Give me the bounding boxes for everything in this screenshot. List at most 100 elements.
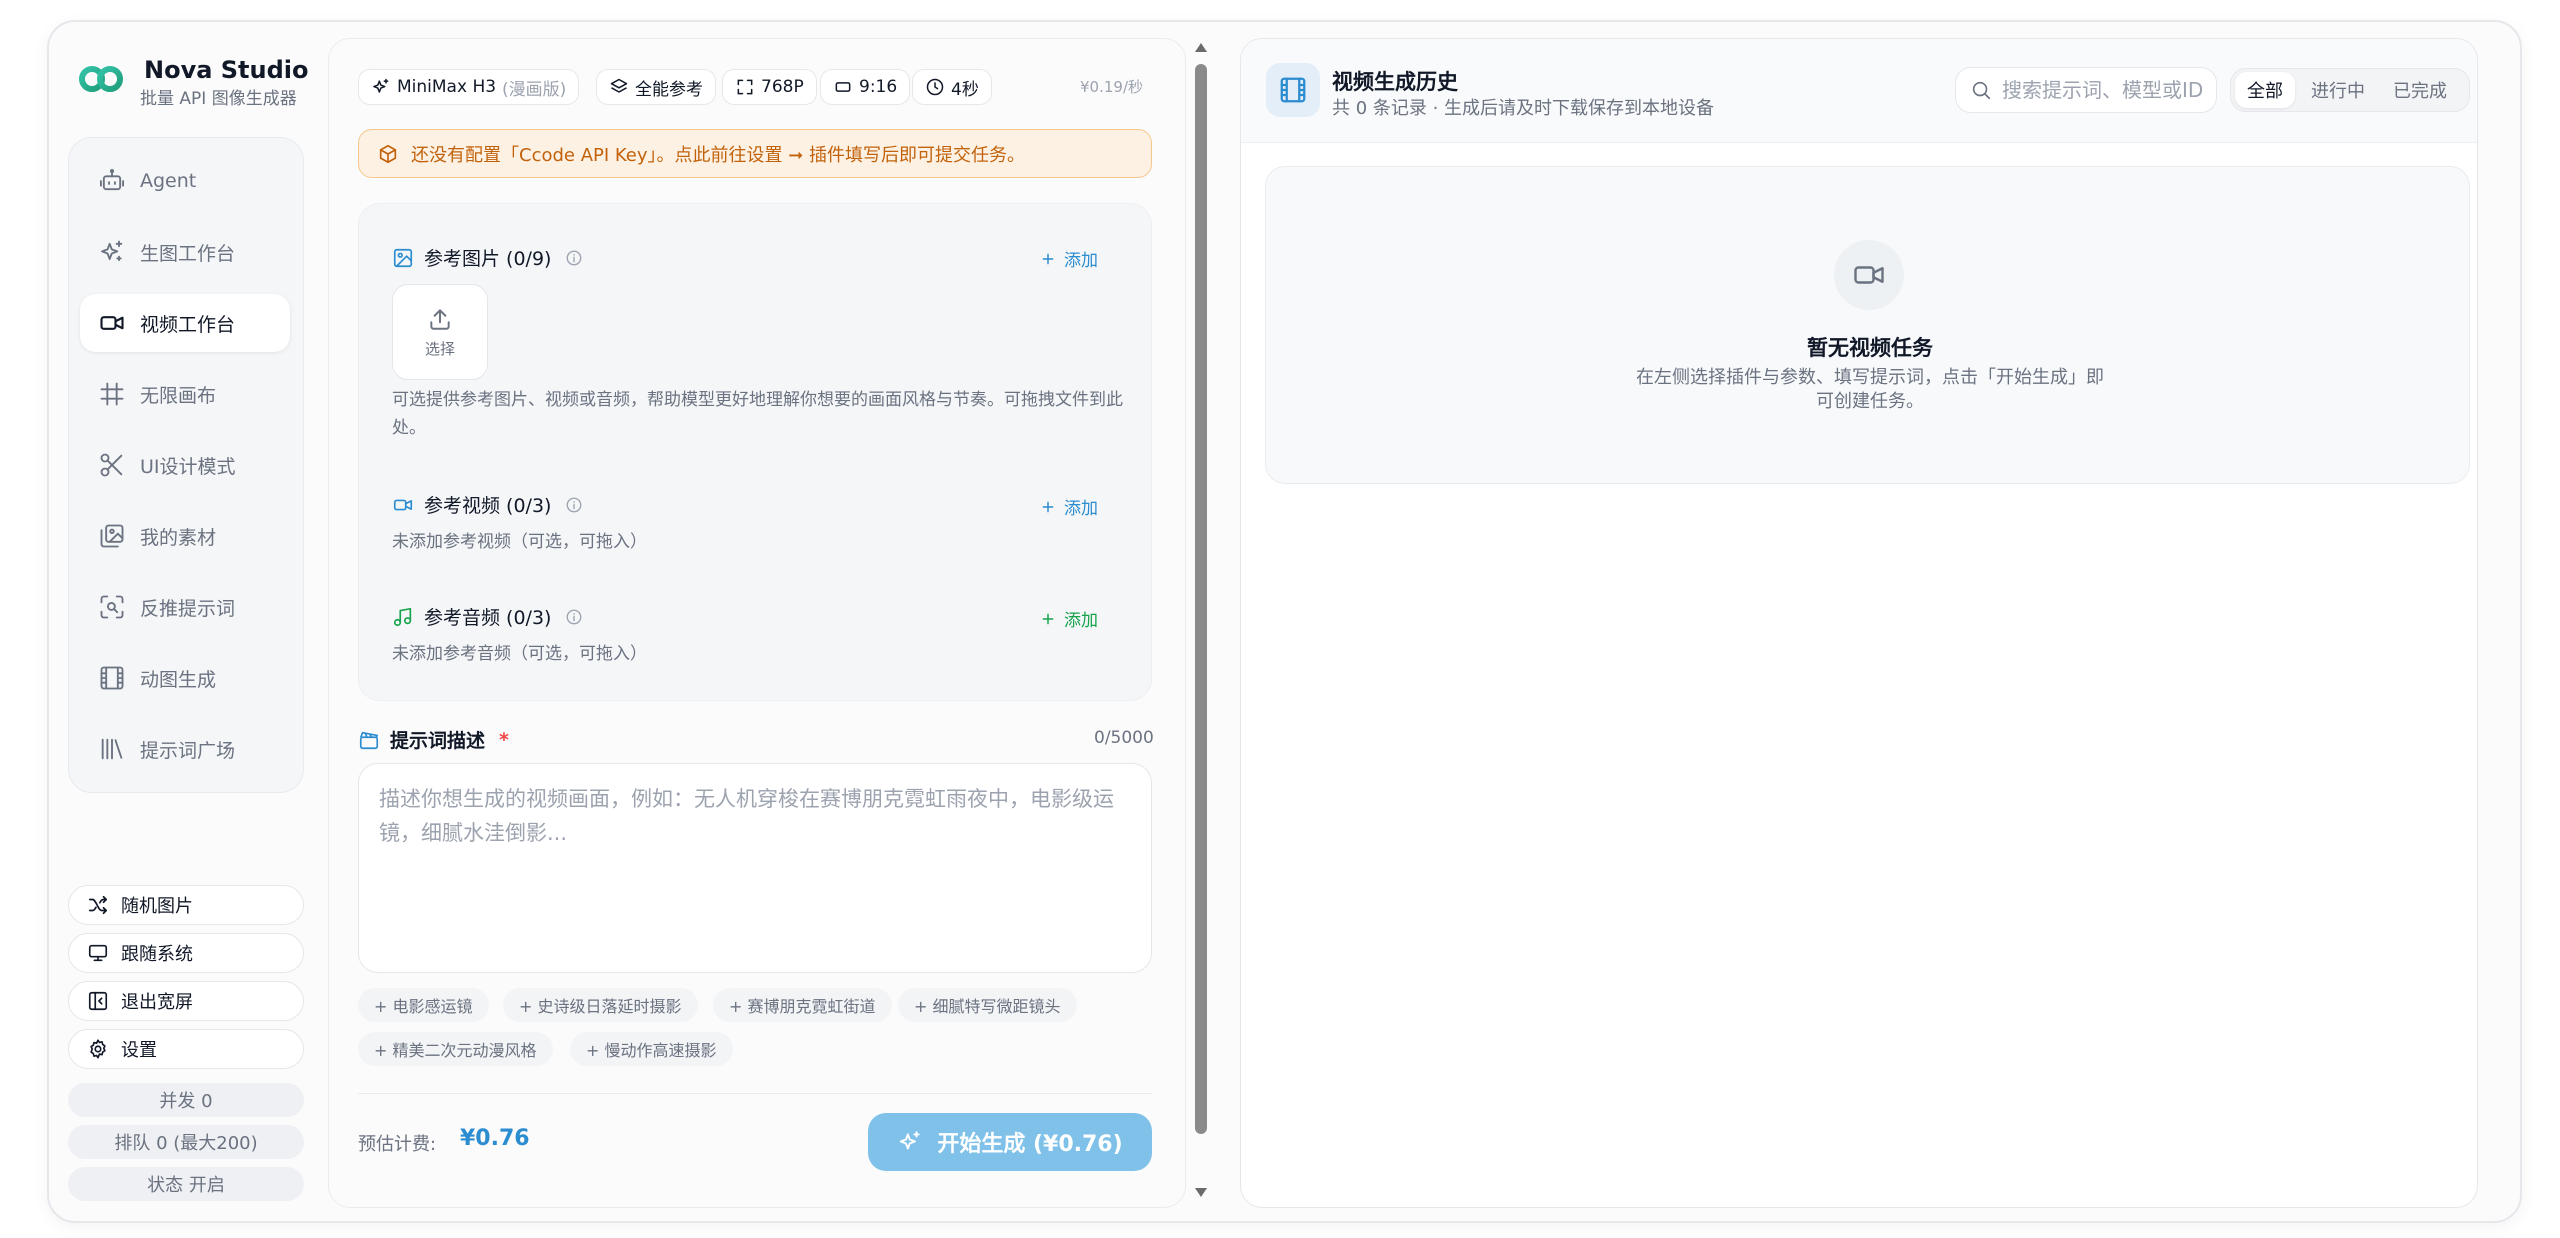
sidebar-item-label: 提示词广场	[140, 739, 236, 762]
prompt-input[interactable]	[358, 763, 1152, 973]
layers-icon	[610, 78, 628, 93]
duration-selector[interactable]: 4秒	[912, 69, 992, 105]
reference-mode-label: 全能参考	[635, 79, 703, 100]
robot-icon	[99, 168, 125, 191]
start-generate-button[interactable]: 开始生成 (¥0.76)	[868, 1113, 1152, 1171]
settings-label: 设置	[121, 1040, 157, 1061]
sidebar-item-agent[interactable]: Agent	[80, 152, 290, 210]
warning-box-icon	[379, 144, 397, 163]
model-variant: (漫画版)	[502, 79, 567, 100]
random-image-label: 随机图片	[121, 896, 193, 917]
prompt-tag[interactable]: + 史诗级日落延时摄影	[503, 988, 698, 1022]
prompt-tag[interactable]: + 细腻特写微距镜头	[898, 988, 1077, 1022]
reference-hint-line: 可选提供参考图片、视频或音频，帮助模型更好地理解你想要的画面风格与节奏。可拖拽文…	[392, 390, 1123, 410]
resolution-selector[interactable]: 768P	[722, 69, 817, 105]
reference-images-hint: 可选提供参考图片、视频或音频，帮助模型更好地理解你想要的画面风格与节奏。可拖拽文…	[392, 386, 1123, 442]
sidebar-item-label: 视频工作台	[140, 313, 236, 336]
reference-audio-title: 参考音频 (0/3)	[424, 607, 552, 629]
info-icon[interactable]	[565, 608, 583, 626]
sidebar-item-label: Agent	[140, 170, 197, 192]
sidebar-item-gif-maker[interactable]: 动图生成	[80, 649, 290, 707]
api-key-warning-banner[interactable]: 还没有配置「Ccode API Key」。点此前往设置 ➞ 插件填写后即可提交任…	[358, 129, 1152, 178]
service-status: 状态 开启	[68, 1167, 304, 1201]
sidebar-item-reverse-prompt[interactable]: 反推提示词	[80, 578, 290, 636]
add-reference-video-button[interactable]: 添加	[1040, 494, 1098, 519]
history-title: 视频生成历史	[1332, 70, 1458, 94]
info-icon[interactable]	[565, 249, 583, 267]
theme-follow-system-button[interactable]: 跟随系统	[68, 933, 304, 973]
scroll-down-arrow-icon[interactable]	[1192, 1184, 1210, 1200]
tab-completed[interactable]: 已完成	[2381, 72, 2459, 108]
scroll-up-arrow-icon[interactable]	[1192, 40, 1210, 56]
image-library-icon	[100, 524, 124, 548]
clapperboard-icon	[359, 731, 379, 749]
aspect-ratio-selector[interactable]: 9:16	[820, 69, 911, 105]
prompt-tag[interactable]: + 赛博朋克霓虹街道	[713, 988, 892, 1022]
history-search-input[interactable]	[2002, 78, 2202, 102]
empty-desc-line: 可创建任务。	[1816, 391, 1924, 412]
sidebar-item-ui-design[interactable]: UI设计模式	[80, 436, 290, 494]
duration-label: 4秒	[951, 79, 979, 100]
empty-desc-line: 在左侧选择插件与参数、填写提示词，点击「开始生成」即	[1636, 367, 2104, 388]
sidebar-item-video-studio[interactable]: 视频工作台	[80, 294, 290, 352]
start-generate-label: 开始生成 (¥0.76)	[937, 1132, 1123, 1157]
prompt-tag[interactable]: + 电影感运镜	[358, 988, 489, 1022]
history-search-box[interactable]	[1955, 67, 2217, 113]
reference-audio-header: 参考音频 (0/3)	[392, 603, 583, 630]
scrollbar-thumb[interactable]	[1195, 64, 1207, 1134]
upload-image-tile[interactable]: 选择	[392, 284, 488, 380]
sidebar-item-infinite-canvas[interactable]: 无限画布	[80, 365, 290, 423]
upload-label: 选择	[424, 339, 455, 358]
theme-label: 跟随系统	[121, 944, 193, 965]
sidebar-item-prompt-square[interactable]: 提示词广场	[80, 720, 290, 778]
sidebar-item-label: 我的素材	[140, 526, 217, 549]
sidebar-item-image-studio[interactable]: 生图工作台	[80, 223, 290, 281]
reference-hint-line: 处。	[392, 418, 426, 438]
sidebar-item-my-assets[interactable]: 我的素材	[80, 507, 290, 565]
reference-mode-selector[interactable]: 全能参考	[596, 69, 716, 105]
add-reference-image-button[interactable]: 添加	[1040, 246, 1098, 271]
add-reference-audio-button[interactable]: 添加	[1040, 606, 1098, 631]
exit-widescreen-button[interactable]: 退出宽屏	[68, 981, 304, 1021]
film-icon	[100, 666, 124, 690]
prompt-char-counter: 0/5000	[1094, 728, 1154, 748]
search-icon	[1972, 81, 1991, 100]
plus-icon	[1042, 253, 1054, 264]
reference-audio-hint: 未添加参考音频（可选，可拖入）	[392, 644, 647, 664]
empty-state-title: 暂无视频任务	[1807, 336, 1933, 360]
price-per-second: ¥0.19/秒	[1080, 78, 1143, 96]
model-name: MiniMax H3	[397, 77, 497, 97]
tab-in-progress[interactable]: 进行中	[2299, 72, 2377, 108]
model-selector[interactable]: MiniMax H3 (漫画版)	[358, 69, 580, 105]
estimated-cost-label: 预估计费:	[358, 1134, 437, 1155]
add-label: 添加	[1064, 251, 1098, 271]
divider	[358, 1093, 1152, 1094]
reference-images-title: 参考图片 (0/9)	[424, 248, 552, 270]
clipped-footer-text	[358, 1192, 1152, 1204]
concurrency-status: 并发 0	[68, 1083, 304, 1117]
reference-images-header: 参考图片 (0/9)	[392, 244, 583, 271]
shuffle-icon	[88, 895, 108, 915]
prompt-section-header: 提示词描述 *	[358, 726, 509, 753]
random-image-button[interactable]: 随机图片	[68, 885, 304, 925]
sparkles-icon	[900, 1131, 920, 1150]
add-label: 添加	[1064, 611, 1098, 631]
tab-all[interactable]: 全部	[2235, 72, 2295, 108]
history-film-badge	[1266, 63, 1320, 117]
api-key-warning-text: 还没有配置「Ccode API Key」。点此前往设置 ➞ 插件填写后即可提交任…	[411, 144, 1026, 166]
plus-icon	[1042, 613, 1054, 624]
add-label: 添加	[1064, 499, 1098, 519]
image-icon	[393, 248, 413, 267]
reference-videos-title: 参考视频 (0/3)	[424, 495, 552, 517]
sidebar-item-label: 动图生成	[140, 668, 217, 691]
video-camera-icon	[393, 499, 413, 510]
info-icon[interactable]	[565, 496, 583, 514]
estimated-cost-value: ¥0.76	[460, 1126, 530, 1151]
settings-button[interactable]: 设置	[68, 1029, 304, 1069]
brand-subtitle: 批量 API 图像生成器	[140, 89, 297, 109]
reference-videos-hint: 未添加参考视频（可选，可拖入）	[392, 532, 647, 552]
sidebar-item-label: 反推提示词	[140, 597, 236, 620]
prompt-tag[interactable]: + 慢动作高速摄影	[570, 1032, 733, 1066]
prompt-tag[interactable]: + 精美二次元动漫风格	[358, 1032, 553, 1066]
fullscreen-icon	[737, 79, 753, 95]
